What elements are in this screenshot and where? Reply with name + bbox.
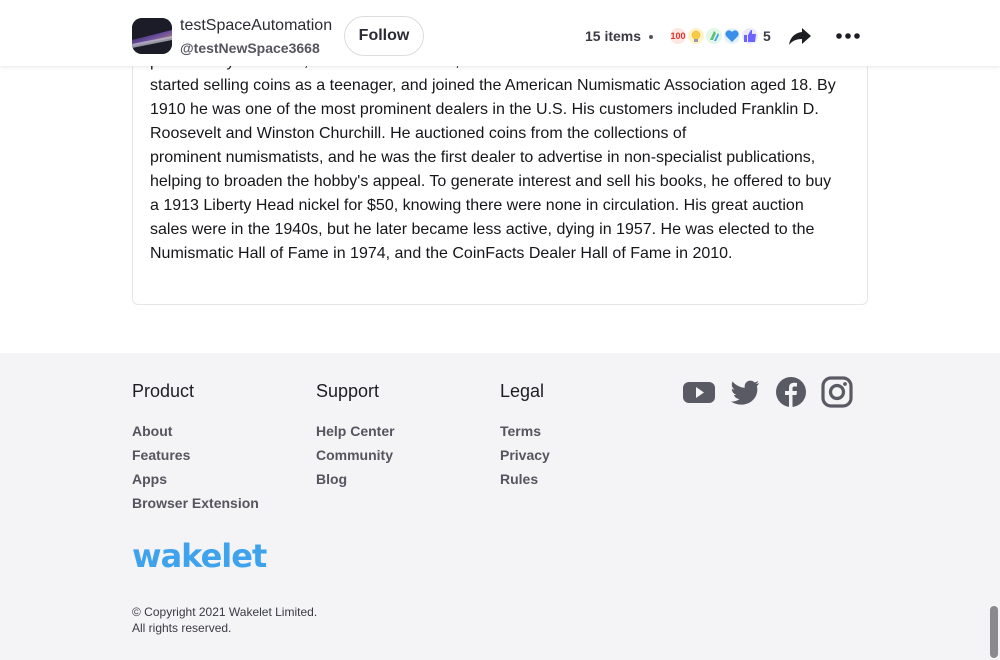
description-line: a 1913 Liberty Head nickel for $50, know… — [150, 197, 804, 214]
copyright-line: © Copyright 2021 Wakelet Limited. — [132, 605, 318, 619]
clap-icon — [704, 26, 724, 46]
copyright: © Copyright 2021 Wakelet Limited. All ri… — [132, 604, 317, 636]
footer-heading-support: Support — [316, 381, 380, 401]
copyright-line: All rights reserved. — [132, 621, 232, 635]
description-line: 1910 he was one of the most prominent de… — [150, 101, 819, 118]
collection-header: testSpaceAutomation @testNewSpace3668 Fo… — [0, 0, 1000, 66]
description-line: Roosevelt and Winston Churchill. He auct… — [150, 125, 687, 142]
scrollbar-thumb[interactable] — [990, 606, 998, 658]
separator-dot — [649, 35, 653, 39]
heart-icon — [722, 26, 742, 46]
footer-link-help-center[interactable]: Help Center — [316, 419, 395, 443]
footer-heading-legal: Legal — [500, 381, 545, 401]
reaction-count[interactable]: 5 — [763, 28, 771, 44]
instagram-icon[interactable] — [820, 375, 854, 409]
footer-link-rules[interactable]: Rules — [500, 467, 550, 491]
footer-link-features[interactable]: Features — [132, 443, 259, 467]
avatar[interactable] — [132, 18, 172, 54]
footer-heading-product: Product — [132, 381, 195, 401]
description-line: helping to broaden the hobby's appeal. T… — [150, 173, 832, 190]
footer-column-support: Support Help Center Community Blog — [316, 381, 395, 491]
follow-button[interactable]: Follow — [344, 16, 424, 56]
100-icon: 100 — [668, 26, 688, 46]
items-count: 15 items — [585, 28, 642, 44]
footer-link-apps[interactable]: Apps — [132, 467, 259, 491]
share-icon[interactable] — [786, 22, 814, 50]
lightbulb-icon — [686, 26, 706, 46]
owner-name[interactable]: testSpaceAutomation — [180, 17, 332, 35]
description-line: prominent numismatists, and he was the f… — [150, 149, 816, 166]
site-footer: Product About Features Apps Browser Exte… — [0, 353, 1000, 660]
description-line: started selling coins as a teenager, and… — [150, 77, 836, 94]
footer-column-product: Product About Features Apps Browser Exte… — [132, 381, 259, 515]
footer-link-about[interactable]: About — [132, 419, 259, 443]
facebook-icon[interactable] — [774, 375, 808, 409]
description-line: sales were in the 1940s, but he later be… — [150, 221, 815, 238]
more-options-icon[interactable] — [834, 22, 862, 50]
footer-link-terms[interactable]: Terms — [500, 419, 550, 443]
item-description: present-day Lithuania, and then to the U… — [150, 50, 860, 266]
footer-link-browser-extension[interactable]: Browser Extension — [132, 491, 259, 515]
reactions-stack[interactable]: 100 — [668, 24, 760, 48]
footer-link-blog[interactable]: Blog — [316, 467, 395, 491]
youtube-icon[interactable] — [682, 375, 716, 409]
description-line: Numismatic Hall of Fame in 1974, and the… — [150, 245, 733, 262]
owner-handle[interactable]: @testNewSpace3668 — [180, 40, 320, 56]
thumbs-up-icon — [740, 26, 760, 46]
wakelet-logo[interactable]: wakelet — [132, 538, 272, 574]
footer-column-legal: Legal Terms Privacy Rules — [500, 381, 550, 491]
footer-link-community[interactable]: Community — [316, 443, 395, 467]
footer-link-privacy[interactable]: Privacy — [500, 443, 550, 467]
twitter-icon[interactable] — [728, 375, 762, 409]
social-links — [682, 375, 862, 411]
